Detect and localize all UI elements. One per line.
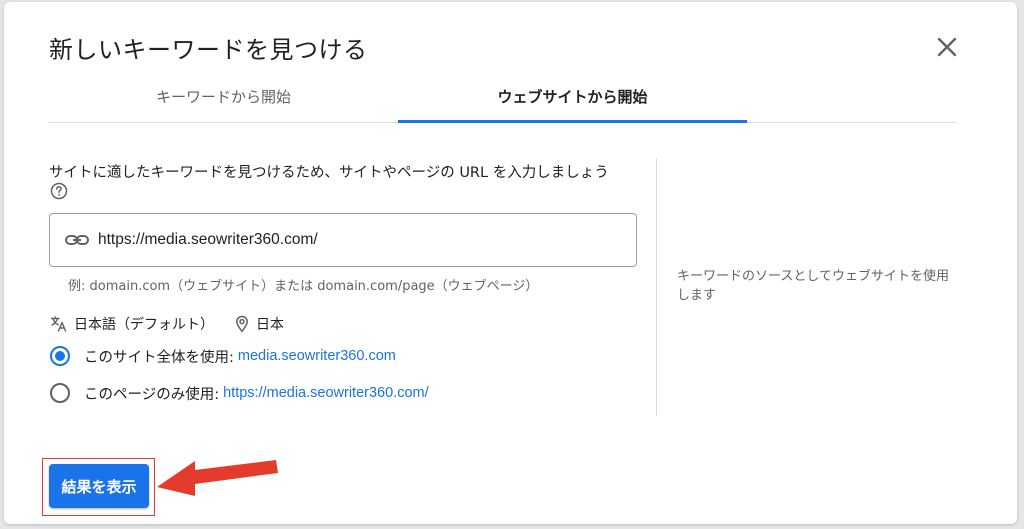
close-icon[interactable] <box>932 32 962 62</box>
option-whole-site-link[interactable]: media.seowriter360.com <box>238 348 396 364</box>
location-pin-icon <box>236 315 248 333</box>
option-this-page-link[interactable]: https://media.seowriter360.com/ <box>223 385 429 401</box>
translate-icon <box>50 316 67 332</box>
tab-start-from-website[interactable]: ウェブサイトから開始 <box>398 70 747 122</box>
url-prompt-text: サイトに適したキーワードを見つけるため、サイトやページの URL を入力しましょ… <box>49 165 609 181</box>
language-setting: 日本語（デフォルト） <box>74 317 214 333</box>
annotation-arrow-icon <box>157 460 278 496</box>
option-this-page-label: このページのみ使用: <box>84 386 220 403</box>
vertical-divider <box>656 158 657 416</box>
option-whole-site[interactable]: このサイト全体を使用: media.seowriter360.com <box>50 343 396 369</box>
tab-start-from-keywords[interactable]: キーワードから開始 <box>49 70 398 122</box>
location-setting: 日本 <box>256 317 284 333</box>
url-input-box[interactable] <box>49 213 637 267</box>
keyword-planner-dialog: 新しいキーワードを見つける キーワードから開始 ウェブサイトから開始 サイトに適… <box>4 2 1017 524</box>
help-icon[interactable] <box>50 182 68 200</box>
active-tab-indicator <box>398 120 747 123</box>
targeting-settings[interactable]: 日本語（デフォルト） 日本 <box>50 313 284 335</box>
tab-bar: キーワードから開始 ウェブサイトから開始 <box>49 70 956 123</box>
option-whole-site-label: このサイト全体を使用: <box>84 349 234 366</box>
url-example-hint: 例: domain.com（ウェブサイト）または domain.com/page… <box>68 279 539 294</box>
dialog-title: 新しいキーワードを見つける <box>49 36 368 64</box>
link-icon <box>65 235 89 245</box>
radio-this-page[interactable] <box>50 383 70 403</box>
show-results-button[interactable]: 結果を表示 <box>49 464 149 508</box>
side-note: キーワードのソースとしてウェブサイトを使用します <box>677 269 949 303</box>
radio-whole-site[interactable] <box>50 346 70 366</box>
option-this-page[interactable]: このページのみ使用: https://media.seowriter360.co… <box>50 380 429 406</box>
url-input[interactable] <box>98 231 618 249</box>
